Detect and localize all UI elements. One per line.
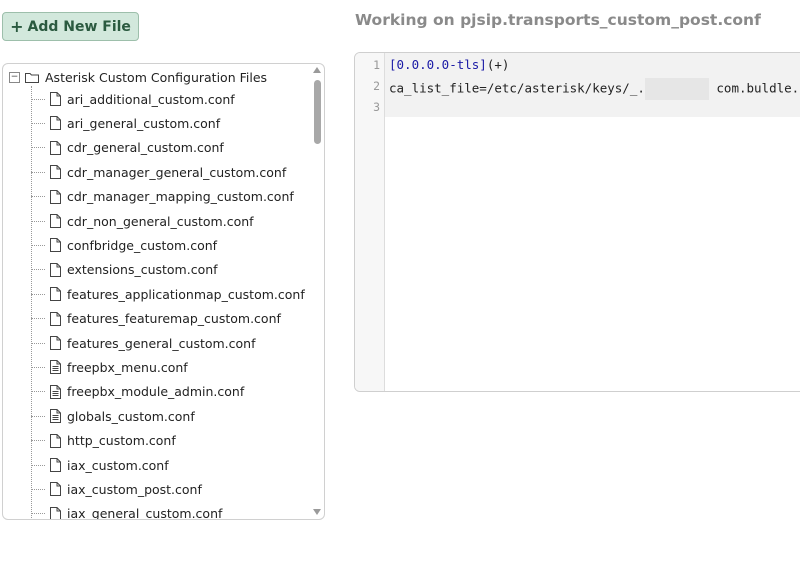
tree-file-label: freepbx_module_admin.conf bbox=[67, 384, 245, 400]
add-new-file-label: Add New File bbox=[27, 18, 131, 35]
tree-connector bbox=[31, 122, 45, 124]
tree-file-item[interactable]: confbridge_custom.conf bbox=[31, 234, 217, 256]
file-icon bbox=[50, 311, 61, 326]
file-icon bbox=[50, 433, 61, 448]
tree-file-item[interactable]: features_applicationmap_custom.conf bbox=[31, 283, 305, 305]
add-new-file-button[interactable]: + Add New File bbox=[2, 12, 139, 41]
tree-connector bbox=[31, 488, 45, 490]
tree-file-item[interactable]: globals_custom.conf bbox=[31, 405, 195, 427]
tree-connector bbox=[31, 220, 45, 222]
tree-connector bbox=[31, 366, 45, 368]
code-line-2[interactable]: ca_list_file=/etc/asterisk/keys/_. com.b… bbox=[389, 78, 800, 100]
file-icon bbox=[50, 238, 61, 253]
tree-connector bbox=[31, 293, 45, 295]
tree-file-item[interactable]: iax_custom.conf bbox=[31, 454, 169, 476]
file-icon bbox=[50, 287, 61, 302]
tree-file-item[interactable]: iax_general_custom.conf bbox=[31, 503, 223, 520]
tree-connector bbox=[31, 415, 45, 417]
tree-connector bbox=[31, 318, 45, 320]
tree-file-label: cdr_manager_mapping_custom.conf bbox=[67, 189, 294, 205]
line-number: 1 bbox=[373, 58, 380, 72]
tree-file-item[interactable]: freepbx_menu.conf bbox=[31, 356, 188, 378]
tree-file-item[interactable]: cdr_manager_general_custom.conf bbox=[31, 161, 286, 183]
tree-connector bbox=[31, 269, 45, 271]
tree-file-label: features_general_custom.conf bbox=[67, 335, 256, 351]
page-title: Working on pjsip.transports_custom_post.… bbox=[355, 11, 761, 29]
tree-file-item[interactable]: cdr_manager_mapping_custom.conf bbox=[31, 186, 294, 208]
tree-file-item[interactable]: freepbx_module_admin.conf bbox=[31, 381, 244, 403]
file-icon bbox=[50, 458, 61, 472]
file-icon bbox=[50, 165, 61, 180]
tree-file-label: ari_general_custom.conf bbox=[67, 115, 221, 131]
file-icon bbox=[50, 482, 61, 497]
tree-connector bbox=[31, 513, 45, 515]
redacted-text bbox=[644, 78, 709, 100]
code-editor[interactable]: 1 2 3 [0.0.0.0-tls](+) ca_list_file=/etc… bbox=[354, 52, 800, 392]
tree-file-label: http_custom.conf bbox=[67, 433, 176, 449]
file-icon bbox=[50, 140, 61, 155]
minus-icon[interactable]: − bbox=[9, 71, 20, 83]
tree-file-label: extensions_custom.conf bbox=[67, 262, 218, 278]
tree-file-item[interactable]: http_custom.conf bbox=[31, 430, 176, 452]
tree-file-item[interactable]: cdr_non_general_custom.conf bbox=[31, 210, 254, 232]
tree-file-item[interactable]: ari_general_custom.conf bbox=[31, 112, 220, 134]
line-number: 2 bbox=[373, 79, 380, 93]
file-icon bbox=[50, 189, 61, 204]
setting-suffix-text: com.buldle.crt bbox=[716, 80, 800, 96]
tree-file-label: confbridge_custom.conf bbox=[67, 237, 218, 253]
file-icon bbox=[50, 116, 61, 131]
tree-file-label: iax_custom_post.conf bbox=[67, 481, 202, 497]
tree-root-label: Asterisk Custom Configuration Files bbox=[45, 69, 268, 85]
tree-file-label: iax_custom.conf bbox=[67, 457, 169, 473]
tree-file-item[interactable]: features_general_custom.conf bbox=[31, 332, 256, 354]
file-icon bbox=[50, 262, 61, 277]
tree-connector bbox=[31, 244, 45, 246]
tree-file-label: features_applicationmap_custom.conf bbox=[67, 286, 305, 302]
section-header-text: [0.0.0.0-tls] bbox=[389, 57, 487, 72]
scroll-up-arrow[interactable] bbox=[313, 67, 321, 73]
tree-file-label: iax_general_custom.conf bbox=[67, 506, 223, 520]
line-number-gutter: 1 2 3 bbox=[355, 53, 385, 391]
tree-file-item[interactable]: iax_custom_post.conf bbox=[31, 478, 202, 500]
section-suffix-text: (+) bbox=[486, 57, 510, 72]
plus-icon: + bbox=[10, 17, 24, 36]
setting-key-text: ca_list_file=/etc/asterisk/keys/_. bbox=[389, 80, 645, 96]
tree-connector bbox=[31, 440, 45, 442]
file-icon bbox=[50, 92, 61, 106]
file-text-icon bbox=[50, 409, 61, 424]
line-number: 3 bbox=[373, 100, 380, 114]
file-icon bbox=[50, 506, 61, 519]
scrollbar-thumb[interactable] bbox=[314, 80, 321, 144]
code-line-1[interactable]: [0.0.0.0-tls](+) bbox=[389, 57, 509, 72]
tree-file-label: freepbx_menu.conf bbox=[67, 359, 188, 375]
file-tree-panel: − Asterisk Custom Configuration Files ar… bbox=[2, 63, 325, 520]
tree-root-node[interactable]: − Asterisk Custom Configuration Files bbox=[9, 67, 267, 87]
folder-icon bbox=[25, 72, 39, 83]
tree-file-item[interactable]: extensions_custom.conf bbox=[31, 259, 218, 281]
tree-file-label: globals_custom.conf bbox=[67, 408, 195, 424]
tree-file-label: cdr_manager_general_custom.conf bbox=[67, 164, 287, 180]
tree-file-item[interactable]: cdr_general_custom.conf bbox=[31, 137, 224, 159]
tree-connector bbox=[31, 196, 45, 198]
tree-connector bbox=[31, 98, 45, 100]
tree-file-label: cdr_general_custom.conf bbox=[67, 140, 224, 156]
tree-connector bbox=[31, 391, 45, 393]
tree-connector bbox=[31, 147, 45, 149]
file-icon bbox=[50, 214, 61, 228]
tree-connector bbox=[31, 171, 45, 173]
file-icon bbox=[50, 336, 61, 350]
tree-file-label: ari_additional_custom.conf bbox=[67, 91, 235, 107]
file-text-icon bbox=[50, 384, 61, 399]
scroll-down-arrow[interactable] bbox=[313, 509, 321, 515]
tree-connector bbox=[31, 464, 45, 466]
tree-file-label: cdr_non_general_custom.conf bbox=[67, 213, 254, 229]
tree-file-label: features_featuremap_custom.conf bbox=[67, 311, 281, 327]
tree-file-item[interactable]: features_featuremap_custom.conf bbox=[31, 308, 281, 330]
file-text-icon bbox=[50, 360, 61, 375]
tree-connector bbox=[31, 342, 45, 344]
tree-file-item[interactable]: ari_additional_custom.conf bbox=[31, 88, 235, 110]
